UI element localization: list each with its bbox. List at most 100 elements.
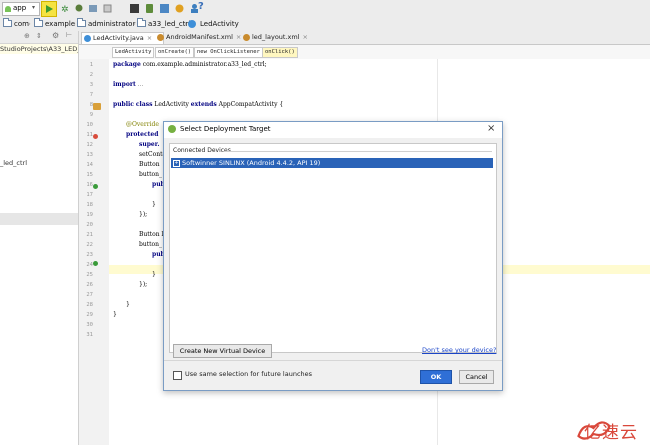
- line-number: 12: [86, 142, 93, 148]
- crumb-oncreate[interactable]: onCreate(): [155, 47, 195, 58]
- collapse-icon[interactable]: ⇕: [36, 32, 42, 40]
- line-number: 27: [86, 292, 93, 298]
- line-number: 23: [86, 252, 93, 258]
- separator-icon: ›: [28, 20, 31, 28]
- breadcrumb-a33-led-ctrl[interactable]: a33_led_ctrl: [136, 18, 190, 29]
- code-line-protected: protected: [126, 131, 159, 138]
- class-gutter-icon[interactable]: [93, 103, 101, 110]
- sync-icon[interactable]: [159, 3, 170, 14]
- code-line-button-listener1: button_: [139, 171, 163, 178]
- same-selection-checkbox[interactable]: [173, 371, 182, 380]
- dialog-title: Select Deployment Target: [180, 125, 271, 133]
- expand-icon[interactable]: +: [173, 160, 180, 167]
- line-number: 3: [89, 82, 93, 88]
- implement-gutter-icon[interactable]: [93, 261, 98, 266]
- line-number: 25: [86, 272, 93, 278]
- run-button[interactable]: [41, 1, 57, 17]
- build-icon[interactable]: [88, 3, 99, 14]
- scope-icon[interactable]: ⊕: [24, 32, 30, 40]
- crumb-class[interactable]: LedActivity: [112, 47, 155, 58]
- tab-androidmanifest[interactable]: AndroidManifest.xml ×: [155, 32, 248, 43]
- project-path-row[interactable]: StudioProjects\A33_LED_C: [0, 44, 78, 54]
- gear-icon[interactable]: ⚙: [52, 31, 59, 40]
- line-number: 13: [86, 152, 93, 158]
- line-number: 22: [86, 242, 93, 248]
- sdk-manager-icon[interactable]: [129, 3, 140, 14]
- structure-breadcrumb: LedActivity onCreate() new OnClickListen…: [79, 45, 650, 60]
- implement-gutter-icon[interactable]: [93, 184, 98, 189]
- line-number: 8: [89, 102, 93, 108]
- ok-button[interactable]: OK: [420, 370, 452, 384]
- android-icon: [5, 6, 11, 12]
- line-number: 11: [86, 132, 93, 138]
- svg-text:✲: ✲: [61, 5, 69, 14]
- line-number: 14: [86, 162, 93, 168]
- code-line-brace6: }: [113, 311, 117, 318]
- tab-led-layout[interactable]: led_layout.xml ×: [241, 32, 318, 43]
- crumb-listener[interactable]: new OnClickListener: [194, 47, 263, 58]
- breadcrumb: com › example › administrator › a33_led_…: [0, 17, 650, 32]
- line-number: 1: [89, 62, 93, 68]
- close-icon[interactable]: ×: [487, 123, 495, 134]
- monitor-icon[interactable]: [174, 3, 185, 14]
- code-line-button-listener2: button_: [139, 241, 163, 248]
- main-toolbar: app ▾ ✲ ?: [0, 0, 650, 18]
- line-number: 24: [86, 262, 93, 268]
- class-icon: [188, 20, 196, 28]
- xml-file-icon: [157, 34, 164, 41]
- line-number: 9: [89, 112, 93, 118]
- android-icon: [168, 125, 176, 133]
- help-icon[interactable]: ?: [198, 1, 204, 12]
- device-list-item[interactable]: + Softwinner SINLINX (Android 4.4.2, API…: [171, 158, 493, 168]
- line-number: 16: [86, 182, 93, 188]
- code-line-brace1: }: [152, 201, 156, 208]
- line-number: 18: [86, 202, 93, 208]
- folder-icon: [77, 18, 86, 27]
- hide-icon[interactable]: ⊢: [66, 31, 72, 39]
- breadcrumb-administrator[interactable]: administrator: [76, 18, 135, 29]
- code-line-package: package com.example.administrator.a33_le…: [113, 61, 267, 68]
- folder-icon: [34, 18, 43, 27]
- module-row[interactable]: _led_ctrl: [0, 158, 78, 168]
- line-number: 7: [89, 92, 93, 98]
- tab-ledactivity[interactable]: LedActivity.java ×: [81, 32, 164, 44]
- project-panel: ⊕ ⇕ ⚙ ⊢ StudioProjects\A33_LED_C _led_ct…: [0, 31, 79, 445]
- breadcrumb-ledactivity[interactable]: LedActivity: [188, 19, 239, 29]
- dialog-titlebar: Select Deployment Target ×: [164, 122, 502, 138]
- separator-icon: ›: [184, 20, 187, 28]
- watermark-text: 亿速云: [584, 423, 638, 443]
- debug-icon[interactable]: ✲: [60, 3, 71, 14]
- close-icon[interactable]: ×: [147, 34, 152, 42]
- connected-devices-label: Connected Devices: [173, 147, 231, 154]
- line-number: 21: [86, 232, 93, 238]
- code-line-button1: Button: [139, 161, 162, 168]
- line-number: 30: [86, 322, 93, 328]
- attach-debugger-icon[interactable]: [74, 3, 85, 14]
- line-number: 10: [86, 122, 93, 128]
- run-config-dropdown[interactable]: app ▾: [2, 2, 40, 16]
- stop-icon[interactable]: [102, 3, 113, 14]
- selected-row[interactable]: [0, 213, 78, 225]
- avd-manager-icon[interactable]: [144, 3, 155, 14]
- line-number: 2: [89, 72, 93, 78]
- override-gutter-icon[interactable]: [93, 134, 98, 139]
- section-divider: [224, 151, 492, 152]
- breadcrumb-example[interactable]: example: [33, 18, 75, 29]
- line-number: 19: [86, 212, 93, 218]
- create-virtual-device-button[interactable]: Create New Virtual Device: [173, 344, 272, 358]
- code-line-button2: Button l: [139, 231, 164, 238]
- code-line-override: @Override: [126, 121, 159, 128]
- select-deployment-target-dialog: Select Deployment Target × Connected Dev…: [163, 121, 503, 391]
- cancel-button[interactable]: Cancel: [459, 370, 494, 384]
- device-label: Softwinner SINLINX (Android 4.4.2, API 1…: [182, 159, 321, 167]
- close-icon[interactable]: ×: [303, 33, 308, 41]
- breadcrumb-com[interactable]: com: [2, 18, 29, 29]
- code-line-brace2: });: [139, 211, 148, 218]
- run-icon: [46, 5, 53, 13]
- code-line-super: super.: [139, 141, 160, 148]
- folder-icon: [3, 18, 12, 27]
- device-list-panel: Connected Devices + Softwinner SINLINX (…: [169, 143, 497, 353]
- line-number: 20: [86, 222, 93, 228]
- help-link[interactable]: Don't see your device?: [422, 346, 496, 354]
- crumb-onclick[interactable]: onClick(): [262, 47, 298, 58]
